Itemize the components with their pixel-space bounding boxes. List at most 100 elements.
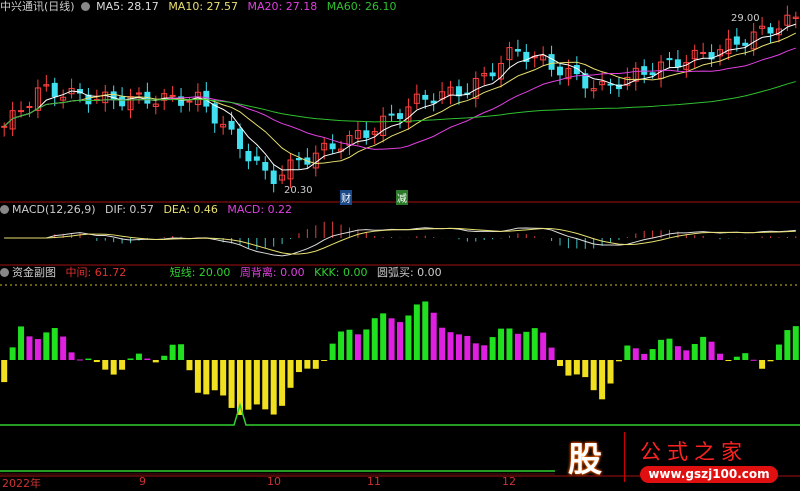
fund-bar (397, 322, 403, 360)
candle (270, 170, 277, 184)
dea-line (4, 227, 796, 255)
fund-bar (178, 344, 185, 360)
main-legend: 中兴通讯(日线) MA5: 28.17 MA10: 27.57 MA20: 27… (0, 0, 402, 14)
watermark-logo: 股 公式之家 www.gszj100.com (560, 430, 800, 487)
candle (649, 72, 656, 76)
candle (228, 120, 235, 130)
fund-bar (506, 328, 513, 360)
fund-bar (1, 360, 8, 383)
candle (245, 151, 252, 162)
fund-bar (540, 332, 547, 360)
fund-bar (253, 360, 260, 405)
x-label: 10 (267, 475, 281, 488)
candle (169, 94, 176, 97)
candle (397, 113, 403, 119)
logo-char: 股 (568, 440, 602, 480)
chevron-down-icon[interactable] (0, 205, 9, 214)
candle (641, 66, 648, 75)
low-label: 20.30 (284, 185, 313, 196)
x-label: 11 (367, 475, 381, 488)
fund-bar (245, 360, 252, 410)
fund-bar (784, 330, 791, 360)
fund-bar (127, 358, 134, 360)
high-label: 29.00 (731, 13, 760, 24)
fund-bar (447, 332, 454, 360)
fund-bar (489, 337, 496, 360)
fund-bar (422, 301, 429, 360)
fund-bar (161, 355, 168, 360)
fund-bar (658, 339, 665, 360)
fund-bar (388, 318, 395, 360)
fund-bar (110, 360, 117, 375)
candle (548, 54, 555, 70)
candle (1, 125, 8, 128)
fund-bar (607, 360, 614, 384)
fund-bar (439, 327, 446, 360)
candle (85, 94, 92, 105)
fund-bar (498, 328, 505, 360)
fund-bar (514, 333, 521, 360)
fund-bar (9, 347, 16, 360)
candle (253, 156, 260, 161)
fund-bar (85, 358, 92, 360)
fund-bar (135, 353, 142, 360)
fund-legend: 资金副图 中间: 61.72 短线: 20.00 周背离: 0.00 KKK: … (0, 266, 448, 280)
chart-canvas[interactable] (0, 0, 800, 487)
candle (666, 58, 673, 61)
candle (422, 94, 429, 100)
fund-bar (557, 360, 563, 366)
ma10-value: MA10: 27.57 (168, 0, 239, 13)
fund-bar (725, 360, 732, 361)
fund-bar (312, 360, 319, 369)
fund-bar (700, 336, 707, 360)
x-label: 9 (139, 475, 146, 488)
dif-value: DIF: 0.57 (105, 203, 154, 216)
ma20-value: MA20: 27.18 (247, 0, 318, 13)
fund-bar (169, 344, 176, 360)
candle (363, 130, 370, 138)
fund-bar (228, 360, 235, 408)
macd-legend: MACD(12,26,9) DIF: 0.57 DEA: 0.46 MACD: … (0, 203, 298, 217)
fund-bar (34, 339, 41, 360)
fund-bar (759, 360, 766, 369)
fund-bar (287, 360, 294, 388)
fund-bar (211, 360, 218, 391)
fund-bar (599, 360, 606, 400)
fund-bar (329, 343, 336, 360)
fund-bar (270, 360, 277, 415)
fund-bar (346, 329, 353, 360)
fund-bar (649, 349, 656, 360)
fund-bar (279, 360, 286, 406)
candle (767, 27, 774, 34)
fund-bar (220, 360, 227, 396)
macd-title: MACD(12,26,9) (12, 203, 96, 216)
yuan-value: 圆弧买: 0.00 (376, 266, 442, 279)
fund-bar (767, 360, 774, 362)
fund-bar (371, 318, 378, 360)
chevron-down-icon[interactable] (80, 2, 90, 11)
finance-tag[interactable]: 财 (340, 190, 352, 205)
candle (742, 42, 749, 46)
chevron-down-icon[interactable] (0, 268, 9, 277)
stock-title: 中兴通讯(日线) (0, 0, 75, 13)
fund-bar (405, 315, 412, 360)
candle (388, 113, 395, 116)
macd-value: MACD: 0.22 (227, 203, 293, 216)
candle (186, 100, 193, 103)
fund-bar (321, 360, 328, 361)
reduce-tag[interactable]: 减 (396, 190, 408, 205)
fund-bar (472, 343, 479, 360)
candle (733, 36, 740, 45)
fund-bar (26, 336, 33, 360)
candle (26, 106, 33, 109)
short-value: 短线: 20.00 (169, 266, 231, 279)
fund-bar (144, 358, 151, 360)
candle (119, 96, 126, 107)
logo-url: www.gszj100.com (640, 466, 778, 483)
fund-bar (18, 326, 25, 360)
fund-bar (51, 328, 58, 360)
fund-bar (413, 304, 420, 360)
fund-bar (590, 360, 597, 391)
fund-bar (43, 332, 50, 360)
candle (489, 72, 496, 77)
